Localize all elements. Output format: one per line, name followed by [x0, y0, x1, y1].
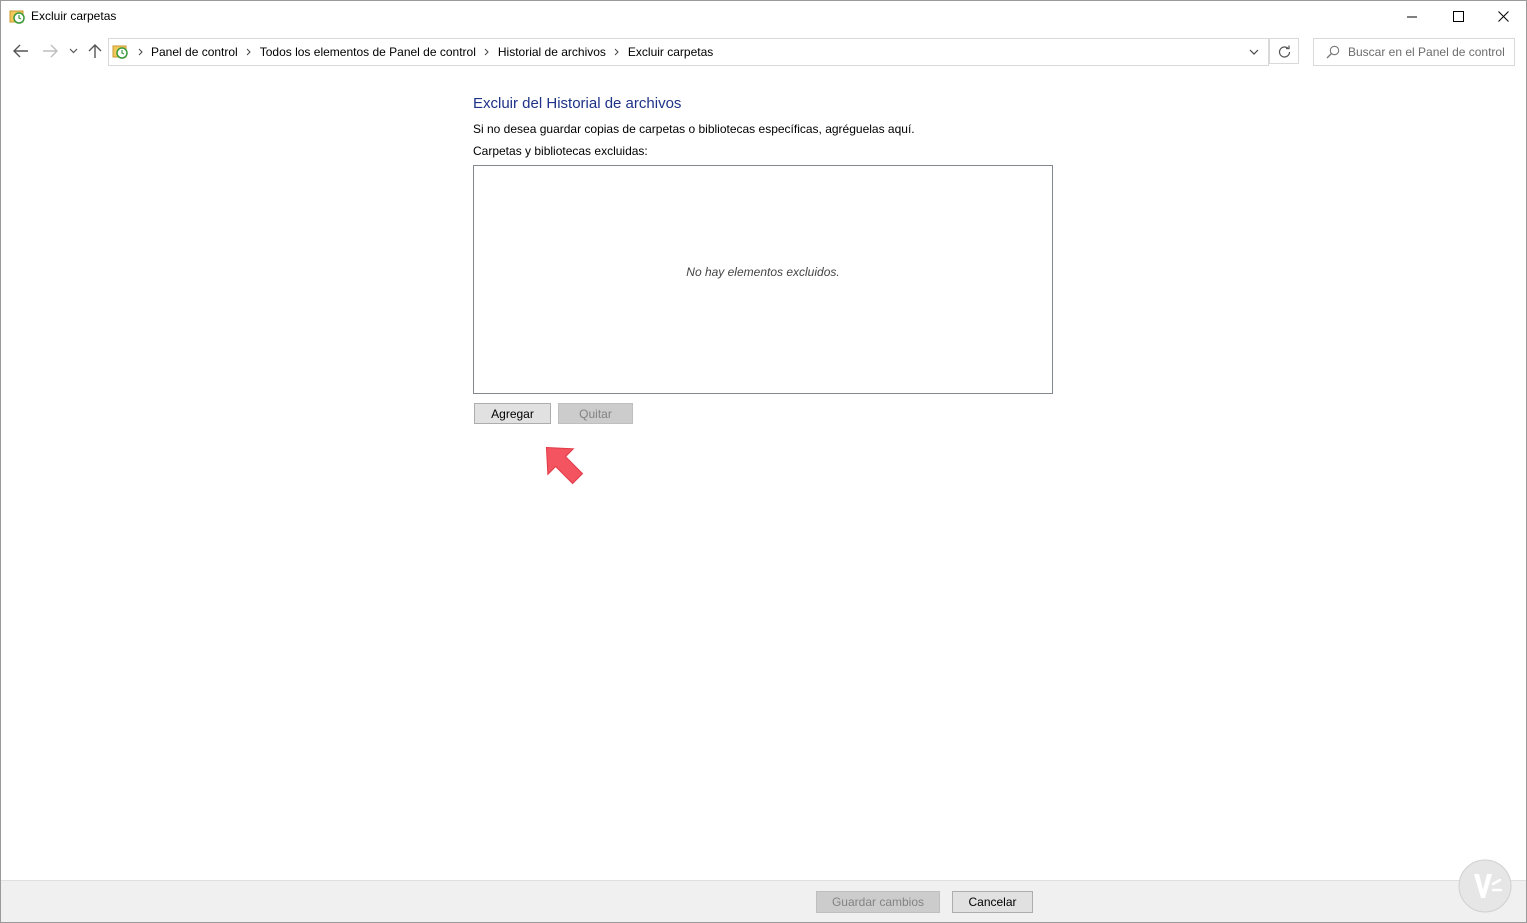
- navigation-bar: Panel de control Todos los elementos de …: [1, 32, 1526, 72]
- recent-locations-button[interactable]: [66, 40, 80, 62]
- chevron-down-icon: [69, 48, 77, 54]
- window: Excluir carpetas Panel de control Todos …: [0, 0, 1527, 923]
- refresh-button[interactable]: [1269, 38, 1299, 64]
- close-button[interactable]: [1480, 1, 1526, 32]
- arrow-right-icon: [43, 44, 58, 58]
- add-button[interactable]: Agregar: [474, 403, 551, 424]
- address-history-button[interactable]: [1242, 39, 1266, 65]
- remove-button[interactable]: Quitar: [558, 403, 633, 424]
- maximize-button[interactable]: [1435, 1, 1481, 32]
- breadcrumb: Panel de control Todos los elementos de …: [132, 39, 716, 65]
- page-title: Excluir del Historial de archivos: [473, 95, 682, 112]
- chevron-right-icon[interactable]: [479, 39, 495, 65]
- highlight-arrow-icon: [545, 446, 584, 485]
- footer-bar: Guardar cambios Cancelar: [1, 859, 1526, 922]
- chevron-right-icon[interactable]: [241, 39, 257, 65]
- maximize-icon: [1452, 11, 1464, 22]
- search-input[interactable]: [1348, 41, 1512, 63]
- title-bar: Excluir carpetas: [1, 1, 1526, 32]
- breadcrumb-item[interactable]: Todos los elementos de Panel de control: [257, 45, 479, 59]
- refresh-icon: [1278, 45, 1290, 58]
- file-history-icon: [112, 43, 129, 60]
- breadcrumb-item-current[interactable]: Excluir carpetas: [625, 45, 716, 59]
- breadcrumb-item[interactable]: Historial de archivos: [495, 45, 609, 59]
- arrow-left-icon: [13, 44, 28, 58]
- excluded-folders-list[interactable]: No hay elementos excluidos.: [473, 165, 1053, 394]
- empty-list-message: No hay elementos excluidos.: [686, 265, 840, 279]
- chevron-down-icon: [1249, 49, 1259, 55]
- search-icon: [1326, 45, 1340, 59]
- breadcrumb-item[interactable]: Panel de control: [148, 45, 241, 59]
- chevron-right-icon[interactable]: [132, 39, 148, 65]
- cancel-button[interactable]: Cancelar: [952, 891, 1033, 913]
- page-description: Si no desea guardar copias de carpetas o…: [473, 122, 915, 136]
- main-content: Excluir del Historial de archivos Si no …: [1, 72, 1526, 880]
- close-icon: [1497, 11, 1509, 22]
- excluded-list-label: Carpetas y bibliotecas excluidas:: [473, 144, 648, 158]
- search-box[interactable]: [1313, 38, 1515, 66]
- chevron-right-icon[interactable]: [609, 39, 625, 65]
- back-button[interactable]: [10, 40, 32, 62]
- save-changes-button[interactable]: Guardar cambios: [816, 891, 940, 913]
- minimize-button[interactable]: [1389, 1, 1435, 32]
- window-title: Excluir carpetas: [31, 9, 117, 23]
- address-bar[interactable]: Panel de control Todos los elementos de …: [108, 38, 1269, 66]
- file-history-icon: [9, 8, 26, 25]
- arrow-up-icon: [88, 44, 102, 58]
- up-button[interactable]: [84, 40, 106, 62]
- forward-button[interactable]: [39, 40, 61, 62]
- minimize-icon: [1407, 16, 1417, 17]
- watermark-logo: [1458, 859, 1512, 913]
